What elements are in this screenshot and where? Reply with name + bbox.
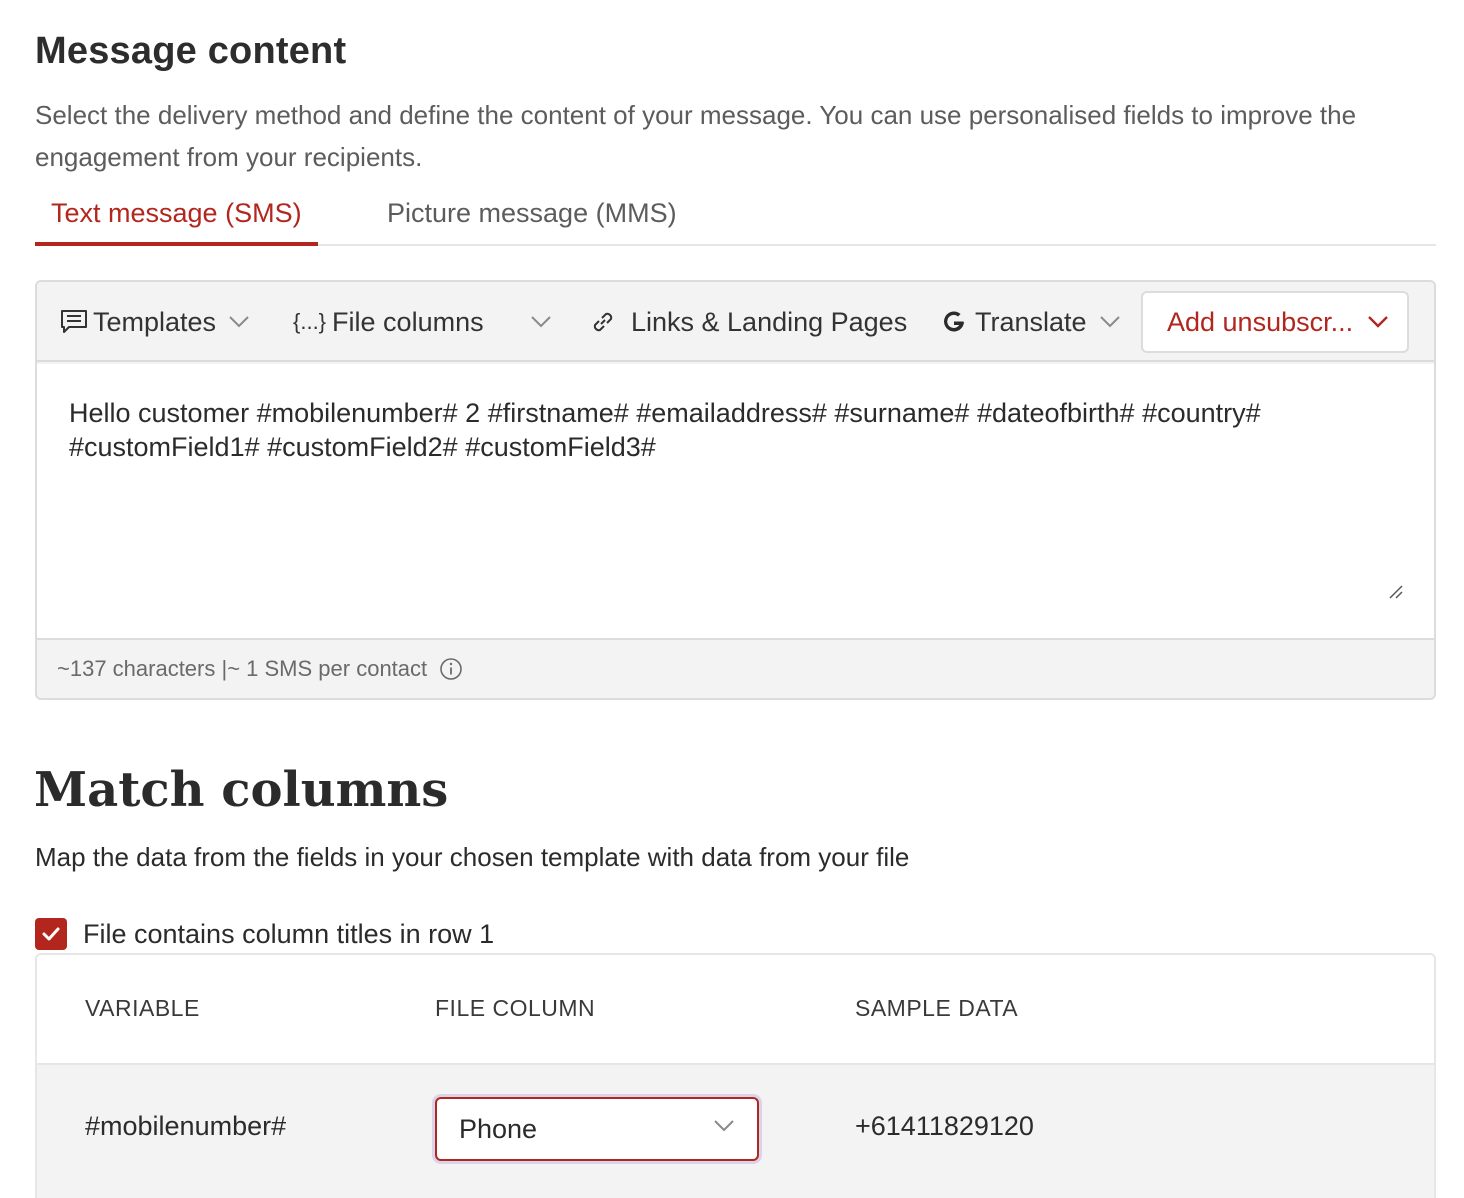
translate-label: Translate: [975, 306, 1087, 337]
counter-text: ~137 characters |~ 1 SMS per contact: [57, 656, 428, 681]
file-column-selected-value: Phone: [459, 1113, 538, 1144]
column-titles-checkbox-row[interactable]: File contains column titles in row 1: [35, 918, 494, 950]
table-header: VARIABLE FILE COLUMN SAMPLE DATA: [37, 955, 1434, 1065]
page-title: Message content: [35, 30, 347, 72]
message-textarea[interactable]: Hello customer #mobilenumber# 2 #firstna…: [37, 364, 1434, 640]
character-counter: ~137 characters |~ 1 SMS per contact: [57, 656, 463, 682]
message-text: Hello customer #mobilenumber# 2 #firstna…: [69, 398, 1261, 462]
checkmark-icon: [42, 927, 60, 941]
delivery-method-tabs: Text message (SMS) Picture message (MMS): [35, 188, 1436, 246]
chevron-down-icon: [1368, 316, 1388, 328]
match-columns-description: Map the data from the fields in your cho…: [35, 842, 910, 872]
add-unsubscribe-label: Add unsubscr...: [1167, 306, 1354, 337]
match-columns-title: Match columns: [34, 762, 449, 818]
chat-template-icon: [61, 310, 87, 333]
chevron-down-icon: [1099, 316, 1120, 328]
links-label: Links & Landing Pages: [631, 306, 908, 337]
links-landing-pages-button[interactable]: Links & Landing Pages: [589, 282, 907, 362]
braces-icon: {...}: [293, 309, 327, 334]
column-header-file-column: FILE COLUMN: [435, 995, 596, 1021]
templates-button[interactable]: Templates: [59, 282, 250, 362]
section-description: Select the delivery method and define th…: [35, 100, 1357, 172]
chevron-down-icon: [714, 1120, 734, 1132]
table-row: #mobilenumber# Phone +61411829120: [37, 1065, 1434, 1198]
chevron-down-icon: [530, 316, 551, 328]
variable-cell: #mobilenumber#: [85, 1111, 287, 1141]
link-icon: [593, 312, 613, 332]
tab-mms[interactable]: Picture message (MMS): [371, 188, 693, 246]
column-header-variable: VARIABLE: [85, 995, 200, 1021]
google-translate-icon: [944, 311, 964, 332]
translate-button[interactable]: Translate: [941, 282, 1121, 362]
resize-grip-icon[interactable]: [1388, 584, 1404, 600]
column-header-sample-data: SAMPLE DATA: [855, 995, 1019, 1021]
add-unsubscribe-button[interactable]: Add unsubscr...: [1141, 291, 1409, 353]
column-titles-checkbox[interactable]: [35, 918, 67, 950]
file-columns-button[interactable]: {...} File columns: [293, 282, 552, 362]
file-columns-label: File columns: [332, 306, 484, 337]
message-editor: Templates {...} File columns Links & Lan…: [35, 280, 1436, 700]
match-columns-table: VARIABLE FILE COLUMN SAMPLE DATA #mobile…: [35, 953, 1436, 1198]
chevron-down-icon: [229, 316, 249, 328]
info-icon[interactable]: [439, 657, 463, 681]
sample-data-cell: +61411829120: [855, 1111, 1034, 1141]
templates-label: Templates: [93, 306, 217, 337]
editor-toolbar: Templates {...} File columns Links & Lan…: [37, 282, 1434, 362]
file-column-select[interactable]: Phone: [435, 1097, 759, 1161]
column-titles-checkbox-label: File contains column titles in row 1: [83, 918, 495, 949]
tab-sms[interactable]: Text message (SMS): [35, 188, 318, 246]
